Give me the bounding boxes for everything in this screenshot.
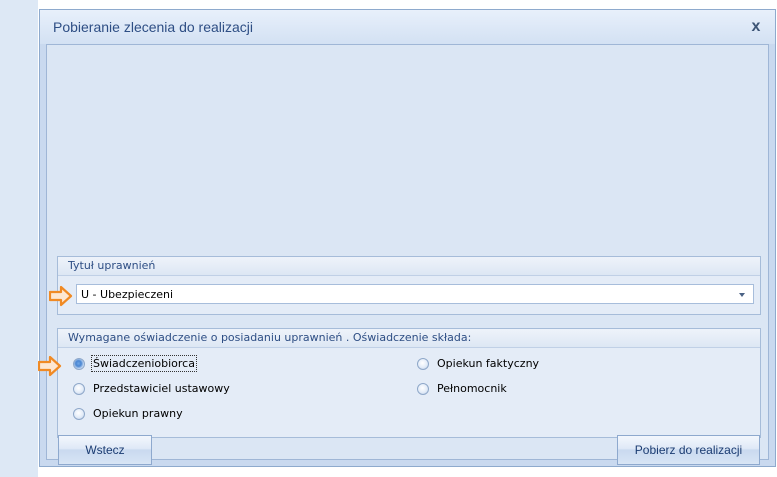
entitlement-group: Tytuł uprawnień U - Ubezpieczeni [57,256,761,315]
radio-icon[interactable] [73,383,85,395]
radio-icon[interactable] [73,408,85,420]
radio-selected-icon[interactable] [73,358,85,370]
dialog-titlebar: Pobieranie zlecenia do realizacji x [40,10,775,44]
close-icon[interactable]: x [747,18,765,36]
orange-arrow-icon [38,355,62,377]
declaration-group-header: Wymagane oświadczenie o posiadaniu upraw… [58,329,760,348]
entitlement-select-value: U - Ubezpieczeni [81,288,174,301]
back-button[interactable]: Wstecz [58,435,152,465]
fetch-for-realization-button[interactable]: Pobierz do realizacji [617,435,760,465]
chevron-down-icon[interactable] [739,293,745,297]
entitlement-select[interactable]: U - Ubezpieczeni [76,284,754,304]
entitlement-group-header: Tytuł uprawnień [58,257,760,276]
radio-icon[interactable] [417,383,429,395]
radio-label-opiekun-prawny: Opiekun prawny [93,407,183,420]
dialog-content: Tytuł uprawnień U - Ubezpieczeni Wymagan… [46,44,769,465]
radio-label-przedstawiciel-ustawowy: Przedstawiciel ustawowy [93,382,230,395]
radio-icon[interactable] [417,358,429,370]
dialog-title: Pobieranie zlecenia do realizacji [53,19,254,35]
left-background-strip [0,0,38,477]
radio-label-opiekun-faktyczny: Opiekun faktyczny [437,357,540,370]
dialog-window: Pobieranie zlecenia do realizacji x Tytu… [39,9,776,467]
declaration-group: Wymagane oświadczenie o posiadaniu upraw… [57,328,761,438]
orange-arrow-icon [49,285,73,307]
radio-label-pelnomocnik: Pełnomocnik [437,382,507,395]
radio-label-swiadczeniobiorca: Świadczeniobiorca [91,355,197,372]
